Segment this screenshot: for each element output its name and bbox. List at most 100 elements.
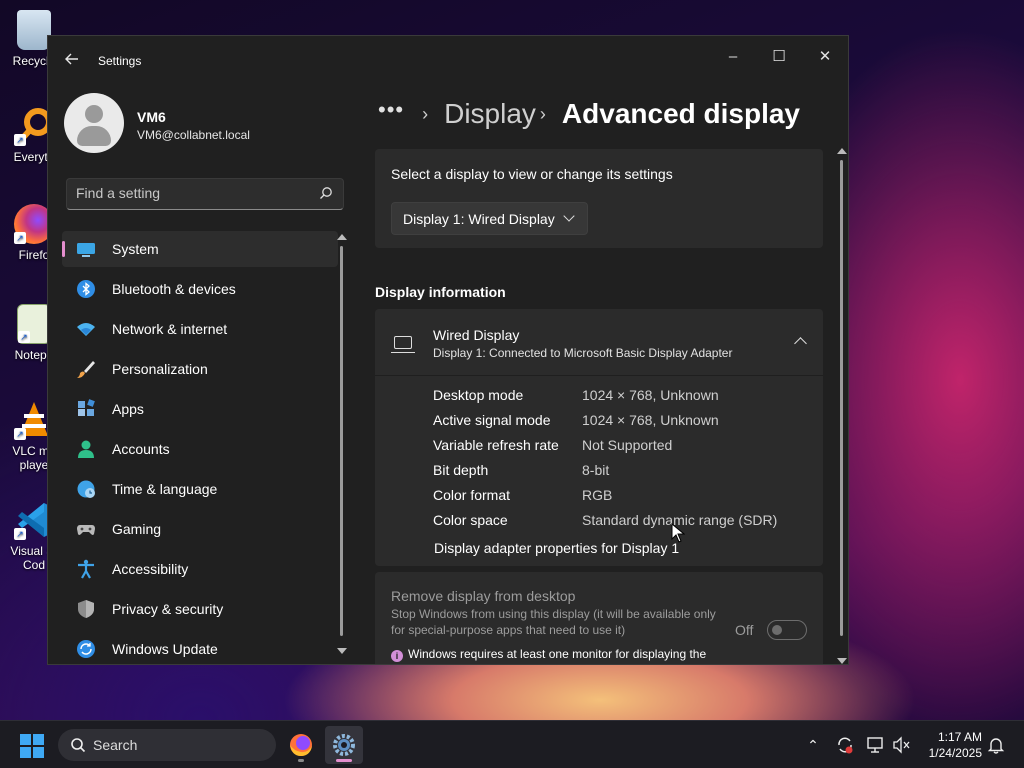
- find-setting-search[interactable]: [66, 178, 344, 210]
- user-name: VM6: [137, 109, 166, 125]
- volume-muted-icon[interactable]: [892, 735, 912, 755]
- display-properties: Desktop mode 1024 × 768, Unknown Active …: [433, 387, 813, 537]
- property-key: Color space: [433, 512, 508, 528]
- breadcrumb-item-display[interactable]: Display: [444, 98, 536, 130]
- back-button[interactable]: [62, 52, 82, 72]
- search-input[interactable]: [76, 185, 306, 201]
- start-button[interactable]: [20, 734, 44, 758]
- sync-alert-icon[interactable]: [835, 735, 855, 755]
- sidebar-item-personalization[interactable]: Personalization: [62, 351, 338, 387]
- remove-display-note: Windows requires at least one monitor fo…: [408, 647, 707, 664]
- remove-display-toggle[interactable]: [767, 620, 807, 640]
- apps-icon: [76, 399, 96, 419]
- app-title: Settings: [98, 54, 142, 68]
- network-icon[interactable]: [866, 735, 886, 755]
- sidebar-item-label: Accessibility: [112, 561, 189, 577]
- property-row: Active signal mode 1024 × 768, Unknown: [433, 412, 813, 437]
- display-info-header[interactable]: Wired Display Display 1: Connected to Mi…: [375, 309, 823, 376]
- scrollbar-thumb[interactable]: [340, 246, 343, 636]
- display-adapter-properties-link[interactable]: Display adapter properties for Display 1: [434, 540, 679, 556]
- sidebar-item-privacy-security[interactable]: Privacy & security: [62, 591, 338, 627]
- scroll-down-icon[interactable]: [837, 658, 847, 664]
- chevron-right-icon: ›: [422, 103, 429, 124]
- avatar-head: [85, 105, 103, 123]
- sidebar-scrollbar[interactable]: [337, 234, 347, 654]
- scroll-up-icon[interactable]: [337, 234, 347, 240]
- chevron-up-icon[interactable]: [794, 337, 807, 350]
- recycle-bin-icon: [17, 10, 51, 50]
- taskbar-firefox[interactable]: [282, 726, 320, 764]
- shortcut-arrow-icon: ↗: [14, 134, 26, 146]
- sidebar-item-label: Network & internet: [112, 321, 228, 337]
- select-display-card: Select a display to view or change its s…: [375, 149, 823, 248]
- windows-logo-icon: [20, 747, 31, 758]
- avatar[interactable]: [64, 93, 124, 153]
- property-row: Variable refresh rate Not Supported: [433, 437, 813, 462]
- display-info-card: Wired Display Display 1: Connected to Mi…: [375, 309, 823, 566]
- clock-time: 1:17 AM: [937, 730, 982, 744]
- gamepad-icon: [76, 519, 96, 539]
- accounts-icon: [76, 439, 96, 459]
- property-key: Variable refresh rate: [433, 437, 559, 453]
- sidebar-item-apps[interactable]: Apps: [62, 391, 338, 427]
- sidebar-item-label: Windows Update: [112, 641, 218, 657]
- title-bar[interactable]: Settings – ☐ ✕: [48, 36, 848, 86]
- notification-bell-icon[interactable]: [986, 735, 1006, 755]
- property-value: 8-bit: [582, 462, 610, 478]
- toggle-state-label: Off: [735, 622, 754, 638]
- property-key: Desktop mode: [433, 387, 524, 403]
- minimize-button[interactable]: –: [710, 42, 756, 72]
- sidebar-item-gaming[interactable]: Gaming: [62, 511, 338, 547]
- sidebar-item-accessibility[interactable]: Accessibility: [62, 551, 338, 587]
- page-title: Advanced display: [561, 98, 801, 129]
- taskbar-search-label: Search: [93, 737, 138, 753]
- remove-display-description: Stop Windows from using this display (it…: [391, 607, 716, 637]
- taskbar-clock[interactable]: 1:17 AM 1/24/2025: [929, 729, 982, 761]
- update-icon: [76, 639, 96, 659]
- active-indicator: [336, 759, 352, 762]
- remove-display-card: Remove display from desktop Stop Windows…: [375, 572, 823, 664]
- display-dropdown-value: Display 1: Wired Display: [403, 211, 555, 227]
- show-hidden-icons-chevron-up-icon[interactable]: ⌃: [803, 735, 823, 755]
- chevron-right-icon: ›: [539, 103, 546, 124]
- notepad-icon: ↗: [17, 304, 51, 344]
- sidebar-item-accounts[interactable]: Accounts: [62, 431, 338, 467]
- breadcrumb: ••• › Display › Advanced display: [378, 94, 800, 134]
- select-display-label: Select a display to view or change its s…: [391, 166, 673, 182]
- shortcut-arrow-icon: ↗: [14, 428, 26, 440]
- property-value: RGB: [582, 487, 613, 503]
- arrow-left-icon: [65, 53, 78, 65]
- sidebar-item-time-language[interactable]: Time & language: [62, 471, 338, 507]
- display-dropdown[interactable]: Display 1: Wired Display: [391, 202, 588, 235]
- close-button[interactable]: ✕: [802, 42, 848, 72]
- taskbar-settings[interactable]: [325, 726, 363, 764]
- display-information-heading: Display information: [375, 284, 506, 300]
- sidebar-item-windows-update[interactable]: Windows Update: [62, 631, 338, 664]
- property-key: Active signal mode: [433, 412, 551, 428]
- sidebar-item-network[interactable]: Network & internet: [62, 311, 338, 347]
- mouse-cursor-icon: [671, 523, 685, 543]
- scrollbar-thumb[interactable]: [840, 160, 843, 636]
- property-value: 1024 × 768, Unknown: [582, 412, 719, 428]
- breadcrumb-more-button[interactable]: •••: [378, 97, 404, 123]
- maximize-button[interactable]: ☐: [756, 42, 802, 72]
- taskbar-search[interactable]: Search: [58, 729, 276, 761]
- running-indicator: [298, 759, 304, 762]
- property-row: Color format RGB: [433, 487, 813, 512]
- sidebar-item-label: Time & language: [112, 481, 218, 497]
- property-row: Color space Standard dynamic range (SDR): [433, 512, 813, 537]
- taskbar: Search ⌃ 1:17 AM 1/24/2025: [0, 720, 1024, 768]
- sidebar-item-bluetooth[interactable]: Bluetooth & devices: [62, 271, 338, 307]
- content-scrollbar[interactable]: [837, 148, 847, 664]
- laptop-icon: [391, 336, 415, 353]
- search-icon[interactable]: [319, 186, 333, 200]
- sidebar-item-system[interactable]: System: [62, 231, 338, 267]
- user-email: VM6@collabnet.local: [137, 128, 250, 142]
- scroll-down-icon[interactable]: [337, 648, 347, 654]
- windows-logo-icon: [20, 734, 31, 745]
- wifi-icon: [76, 319, 96, 339]
- scroll-up-icon[interactable]: [837, 148, 847, 154]
- sidebar-item-label: Apps: [112, 401, 144, 417]
- clock-date: 1/24/2025: [928, 746, 982, 760]
- sidebar-nav: System Bluetooth & devices Network & int…: [62, 231, 338, 664]
